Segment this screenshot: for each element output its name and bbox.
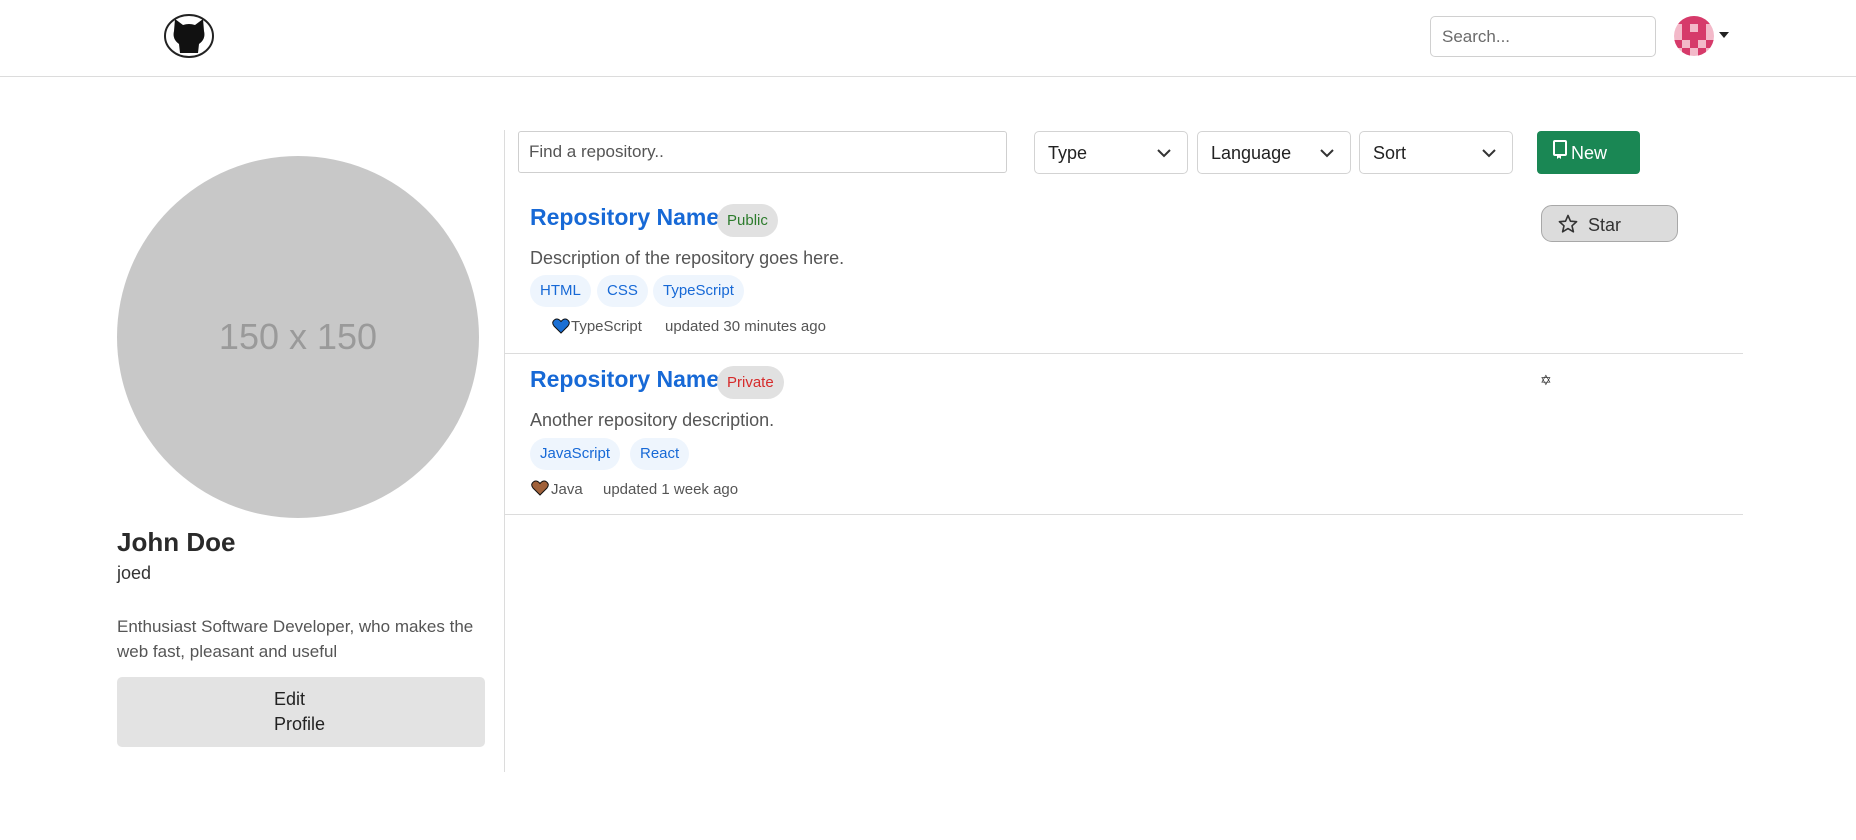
type-filter-label: Type [1048,143,1088,163]
visibility-badge: Public [717,204,778,237]
profile-full-name: John Doe [117,527,236,557]
language-filter-label: Language [1211,143,1292,163]
repo-language: Java [551,481,583,498]
header-search-input[interactable] [1430,16,1656,57]
new-button-label: New [1571,143,1608,163]
avatar-placeholder-text: 150 x 150 [218,316,378,357]
topic-tag[interactable]: HTML [530,275,591,307]
repo-divider [505,514,1743,515]
chevron-down-icon [1719,32,1729,38]
top-navbar [0,0,1856,77]
profile-username: joed [117,563,152,583]
type-filter-select[interactable]: Type [1034,131,1188,174]
column-divider [504,130,505,772]
topic-tag[interactable]: CSS [597,275,648,307]
star-button-label: Star [1588,215,1622,235]
edit-profile-label-line2: Profile [274,714,326,734]
repo-description: Another repository description. [530,410,775,430]
star-icon [1558,214,1578,233]
user-avatar [1674,16,1714,56]
edit-profile-label-line1: Edit [274,689,306,709]
language-heart-icon [531,480,549,496]
star-button[interactable]: Star [1541,205,1678,242]
new-repository-button[interactable]: New [1537,131,1640,174]
repo-name-link[interactable]: Repository Name [530,204,719,231]
topic-tag[interactable]: React [630,438,690,470]
repo-updated: updated 1 week ago [603,481,739,498]
chevron-down-icon [1320,149,1334,158]
repo-updated: updated 30 minutes ago [665,318,826,335]
repo-icon [1553,140,1567,159]
find-repository-input[interactable] [518,131,1007,173]
sort-filter-select[interactable]: Sort [1359,131,1513,174]
visibility-badge: Private [717,366,784,399]
chevron-down-icon [1157,149,1171,158]
topic-tag[interactable]: JavaScript [530,438,621,470]
topic-tag[interactable]: TypeScript [653,275,744,307]
language-heart-icon [552,318,570,334]
repo-name-link[interactable]: Repository Name [530,366,719,393]
sort-filter-label: Sort [1373,143,1407,163]
repo-description: Description of the repository goes here. [530,248,845,268]
profile-avatar-placeholder: 150 x 150 [117,156,479,518]
language-filter-select[interactable]: Language [1197,131,1351,174]
github-logo-icon[interactable] [162,13,216,59]
chevron-down-icon [1482,149,1496,158]
star-button[interactable]: ✡ [1540,372,1552,389]
edit-profile-button[interactable]: Edit Profile [117,677,485,747]
profile-bio: Enthusiast Software Developer, who makes… [117,617,474,661]
repo-divider [505,353,1743,354]
repo-language: TypeScript [571,318,642,335]
user-menu-dropdown[interactable] [1674,16,1730,56]
